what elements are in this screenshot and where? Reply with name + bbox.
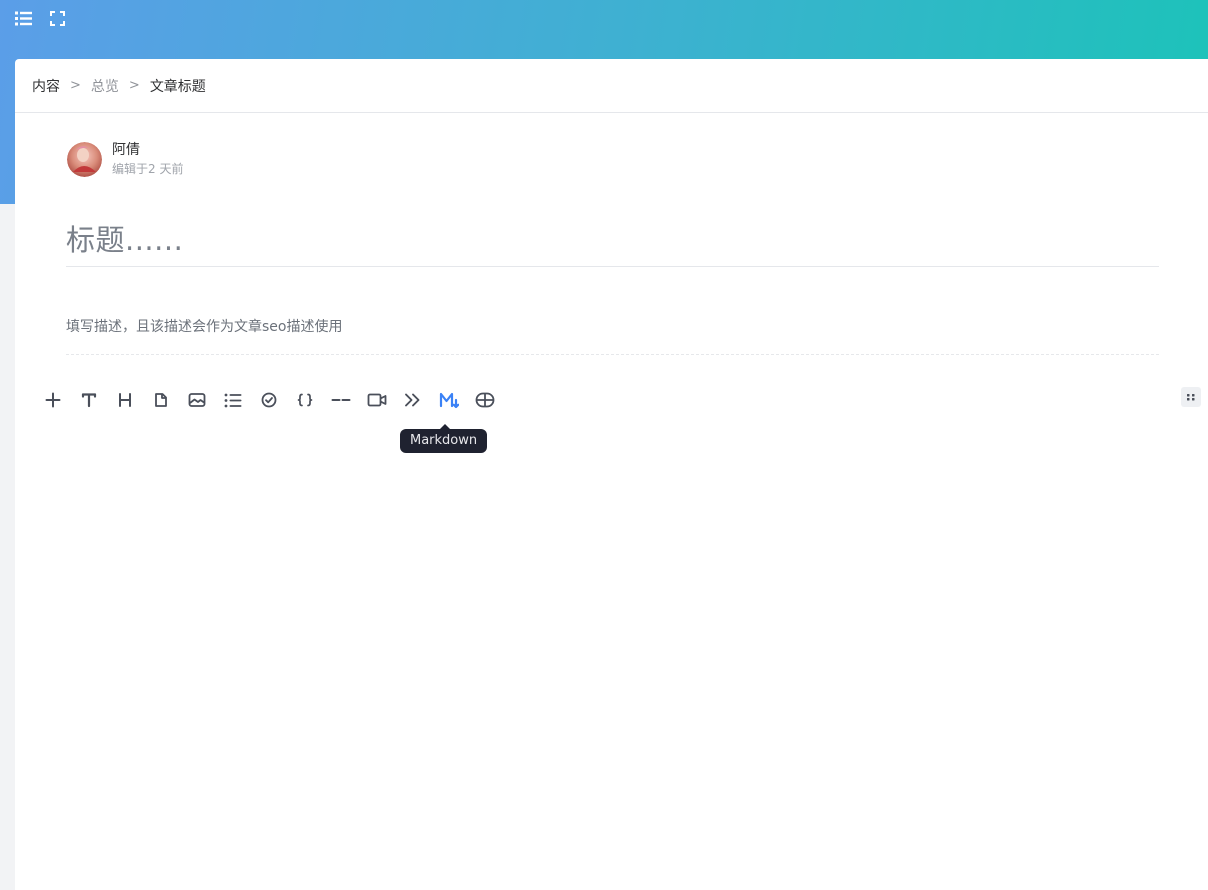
breadcrumb-item-overview[interactable]: 总览 [91, 76, 119, 96]
editor-panel: 内容 > 总览 > 文章标题 阿倩 编辑于2 天前 标题...... 填写描述，… [15, 59, 1208, 890]
author-name: 阿倩 [112, 142, 140, 158]
title-input[interactable]: 标题...... [66, 209, 1159, 267]
edited-timestamp: 编辑于2 天前 [112, 162, 184, 176]
breadcrumb-item-content[interactable]: 内容 [32, 76, 60, 96]
tooltip-text: Markdown [410, 433, 478, 448]
block-toolbar [35, 387, 503, 413]
text-icon[interactable] [71, 387, 107, 413]
quote-icon[interactable] [395, 387, 431, 413]
breadcrumb: 内容 > 总览 > 文章标题 [15, 59, 1208, 113]
list-icon[interactable] [215, 387, 251, 413]
breadcrumb-item-article-title: 文章标题 [149, 78, 206, 95]
avatar[interactable] [67, 141, 102, 177]
top-toolbar [14, 9, 66, 27]
video-icon[interactable] [359, 387, 395, 413]
markdown-tooltip: Markdown [400, 424, 488, 453]
checklist-icon[interactable] [251, 387, 287, 413]
code-braces-icon[interactable] [287, 387, 323, 413]
description-input[interactable]: 填写描述，且该描述会作为文章seo描述使用 [66, 305, 1159, 355]
file-icon[interactable] [143, 387, 179, 413]
image-icon[interactable] [179, 387, 215, 413]
plus-icon[interactable] [35, 387, 71, 413]
divider-icon[interactable] [323, 387, 359, 413]
breadcrumb-separator: > [128, 78, 140, 93]
fullscreen-icon[interactable] [48, 9, 66, 27]
breadcrumb-separator: > [70, 78, 81, 93]
markdown-icon[interactable] [431, 387, 467, 413]
list-menu-icon[interactable] [14, 9, 32, 27]
drag-handle-icon[interactable] [1181, 387, 1201, 407]
tooltip-arrow [440, 424, 450, 429]
author-info: 阿倩 编辑于2 天前 [67, 141, 183, 177]
heading-icon[interactable] [107, 387, 143, 413]
table-icon[interactable] [467, 387, 503, 413]
